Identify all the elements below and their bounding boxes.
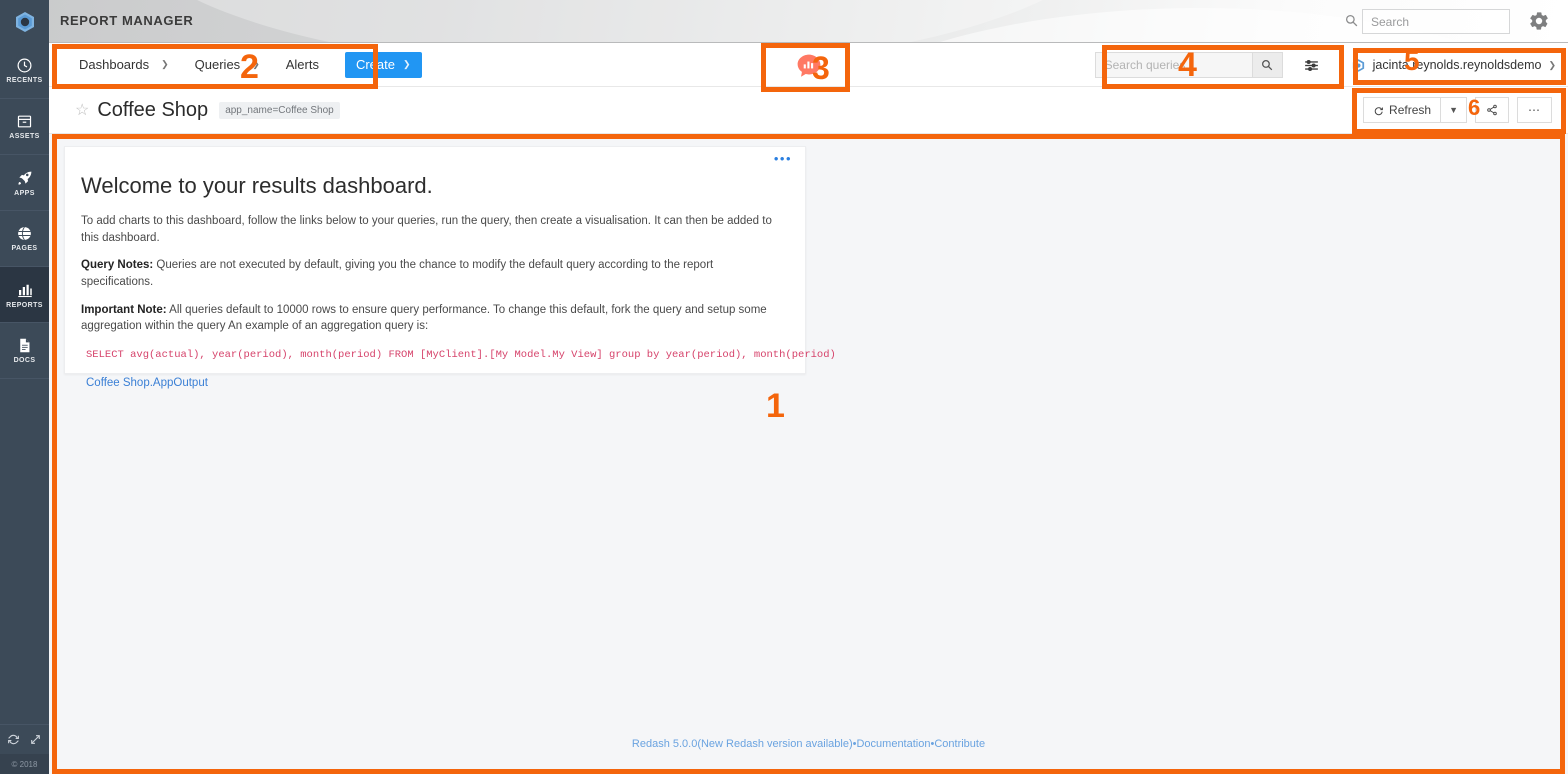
sidebar-item-apps[interactable]: APPS xyxy=(0,155,49,211)
clock-icon xyxy=(16,57,33,74)
redash-nav-right: jacinta.reynolds.reynoldsdemo ❯ xyxy=(1094,43,1560,87)
screenshot-root: REPORT MANAGER RECENTS xyxy=(0,0,1568,774)
dashboard-title: Coffee Shop xyxy=(97,98,209,121)
widget-important-note: Important Note: All queries default to 1… xyxy=(81,302,781,335)
dashboard-header: ☆ Coffee Shop app_name=Coffee Shop Refre… xyxy=(49,87,1568,134)
footer-contribute-link[interactable]: Contribute xyxy=(934,738,985,750)
redash-logo[interactable] xyxy=(796,53,822,84)
sidebar-item-label: APPS xyxy=(14,189,35,197)
ellipsis-icon: ⋯ xyxy=(1528,103,1541,117)
sidebar-tools xyxy=(0,724,49,754)
favorite-star-icon[interactable]: ☆ xyxy=(75,100,89,120)
app-output-link[interactable]: Coffee Shop.AppOutput xyxy=(86,377,208,389)
query-search-box[interactable] xyxy=(1094,52,1283,78)
chevron-down-icon: ❯ xyxy=(252,59,260,69)
chevron-down-icon: ❯ xyxy=(161,59,169,69)
sidebar-item-assets[interactable]: ASSETS xyxy=(0,99,49,155)
query-search-input[interactable] xyxy=(1095,53,1252,77)
global-search-icon xyxy=(1345,14,1358,32)
bar-chart-icon xyxy=(16,281,34,299)
important-note-text: All queries default to 10000 rows to ens… xyxy=(81,303,767,333)
widget-sql-code: SELECT avg(actual), year(period), month(… xyxy=(86,349,836,362)
redash-nav-left: Dashboards ❯ Queries ❯ Alerts Create ❯ xyxy=(49,51,422,78)
widget-title: Welcome to your results dashboard. xyxy=(81,173,433,198)
sidebar-item-label: PAGES xyxy=(11,245,38,252)
share-icon xyxy=(1487,104,1497,116)
user-menu-label: jacinta.reynolds.reynoldsdemo xyxy=(1372,58,1542,72)
sidebar-item-pages[interactable]: PAGES xyxy=(0,211,49,267)
widget-query-notes: Query Notes: Queries are not executed by… xyxy=(81,257,781,290)
sidebar-item-label: DOCS xyxy=(13,357,36,364)
redash-footer: Redash 5.0.0(New Redash version availabl… xyxy=(49,738,1568,750)
redash-app: Dashboards ❯ Queries ❯ Alerts Create ❯ S… xyxy=(49,43,1568,774)
create-button-label: Create xyxy=(355,57,395,72)
widget-intro: To add charts to this dashboard, follow … xyxy=(81,215,772,244)
sliders-icon xyxy=(1305,59,1318,71)
more-options-button[interactable]: ⋯ xyxy=(1517,97,1552,123)
sidebar-item-reports[interactable]: REPORTS xyxy=(0,267,49,323)
refresh-options-button[interactable]: ▼ xyxy=(1441,97,1467,123)
nav-alerts-label: Alerts xyxy=(285,57,319,72)
redash-navigation-bar: Dashboards ❯ Queries ❯ Alerts Create ❯ S… xyxy=(49,43,1568,87)
search-icon xyxy=(1262,60,1273,71)
dashboard-content-area: ••• Welcome to your results dashboard. T… xyxy=(49,134,1568,774)
nav-dashboards-label: Dashboards xyxy=(79,57,150,72)
expand-icon[interactable] xyxy=(29,733,42,746)
refresh-icon[interactable] xyxy=(7,733,20,746)
nav-alerts[interactable]: Alerts xyxy=(282,57,323,72)
chevron-down-icon: ❯ xyxy=(1548,59,1556,70)
text-widget-card: ••• Welcome to your results dashboard. T… xyxy=(64,146,836,389)
query-search-button[interactable] xyxy=(1251,53,1282,77)
query-notes-label: Query Notes: xyxy=(81,259,154,272)
nav-dashboards[interactable]: Dashboards ❯ xyxy=(75,57,173,72)
dashboard-actions: Refresh ▼ ⋯ xyxy=(1363,97,1552,123)
important-note-label: Important Note: xyxy=(81,303,167,316)
sidebar-item-label: RECENTS xyxy=(6,77,43,84)
gear-icon xyxy=(1530,12,1548,30)
sidebar-item-label: REPORTS xyxy=(6,301,43,309)
sidebar-item-recents[interactable]: RECENTS xyxy=(0,43,49,99)
sidebar-copyright: © 2018 xyxy=(0,754,49,774)
settings-gear-button[interactable] xyxy=(1528,10,1550,37)
footer-documentation-link[interactable]: Documentation xyxy=(856,738,930,750)
caret-down-icon: ▼ xyxy=(1449,105,1458,115)
refresh-button[interactable]: Refresh xyxy=(1363,97,1442,123)
chevron-down-icon: ❯ xyxy=(403,59,411,69)
filter-settings-button[interactable] xyxy=(1299,52,1325,78)
query-notes-text: Queries are not executed by default, giv… xyxy=(81,259,714,289)
app-logo[interactable] xyxy=(0,0,49,43)
footer-version-link[interactable]: Redash 5.0.0(New Redash version availabl… xyxy=(632,738,853,750)
share-button[interactable] xyxy=(1475,97,1509,123)
hexagon-nut-logo-icon xyxy=(15,11,34,32)
refresh-button-label: Refresh xyxy=(1389,103,1432,117)
global-search-input[interactable] xyxy=(1363,10,1509,33)
nav-queries-label: Queries xyxy=(194,57,241,72)
sidebar-item-docs[interactable]: DOCS xyxy=(0,323,49,379)
widget-menu-button[interactable]: ••• xyxy=(774,152,792,165)
create-button[interactable]: Create ❯ xyxy=(344,51,422,78)
user-menu[interactable]: jacinta.reynolds.reynoldsdemo ❯ xyxy=(1351,58,1560,73)
app-header xyxy=(0,0,1568,43)
left-sidebar: RECENTS ASSETS APPS PAGES REPORTS DOCS ©… xyxy=(0,43,49,774)
document-icon xyxy=(16,337,33,354)
dashboard-tag: app_name=Coffee Shop xyxy=(219,101,340,119)
sidebar-footer: © 2018 xyxy=(0,724,49,774)
global-search-box[interactable] xyxy=(1362,9,1510,34)
hexagon-avatar-icon xyxy=(1352,58,1364,72)
refresh-icon xyxy=(1374,106,1383,115)
sidebar-item-label: ASSETS xyxy=(9,133,40,140)
rocket-icon xyxy=(16,169,34,187)
nav-queries[interactable]: Queries ❯ xyxy=(191,57,264,72)
archive-box-icon xyxy=(16,113,33,130)
redash-logo-icon xyxy=(797,54,820,77)
app-title: REPORT MANAGER xyxy=(60,13,194,28)
globe-icon xyxy=(16,225,33,242)
